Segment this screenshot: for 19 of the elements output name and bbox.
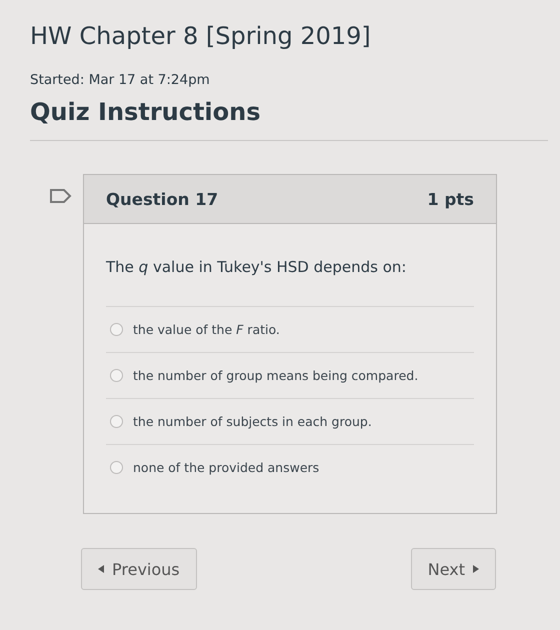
question-title: Question 17 bbox=[106, 190, 218, 208]
flag-icon[interactable] bbox=[49, 188, 73, 204]
radio-button[interactable] bbox=[110, 323, 123, 336]
previous-button[interactable]: Previous bbox=[81, 548, 197, 590]
answer-label[interactable]: none of the provided answers bbox=[133, 460, 320, 475]
answer-label[interactable]: the number of group means being compared. bbox=[133, 368, 418, 383]
started-time: Started: Mar 17 at 7:24pm bbox=[30, 72, 211, 88]
right-triangle-icon bbox=[473, 565, 479, 573]
answer-label[interactable]: the value of the F ratio. bbox=[133, 322, 280, 337]
left-triangle-icon bbox=[98, 565, 104, 573]
question-text: The q value in Tukey's HSD depends on: bbox=[106, 258, 408, 276]
next-button[interactable]: Next bbox=[410, 548, 496, 590]
page-title: HW Chapter 8 [Spring 2019] bbox=[30, 22, 372, 50]
points: 1 pts bbox=[427, 190, 474, 208]
section-heading: Quiz Instructions bbox=[30, 98, 262, 126]
radio-button[interactable] bbox=[110, 369, 123, 382]
radio-button[interactable] bbox=[110, 461, 123, 474]
radio-button[interactable] bbox=[110, 415, 123, 428]
answer-label[interactable]: the number of subjects in each group. bbox=[133, 414, 372, 429]
